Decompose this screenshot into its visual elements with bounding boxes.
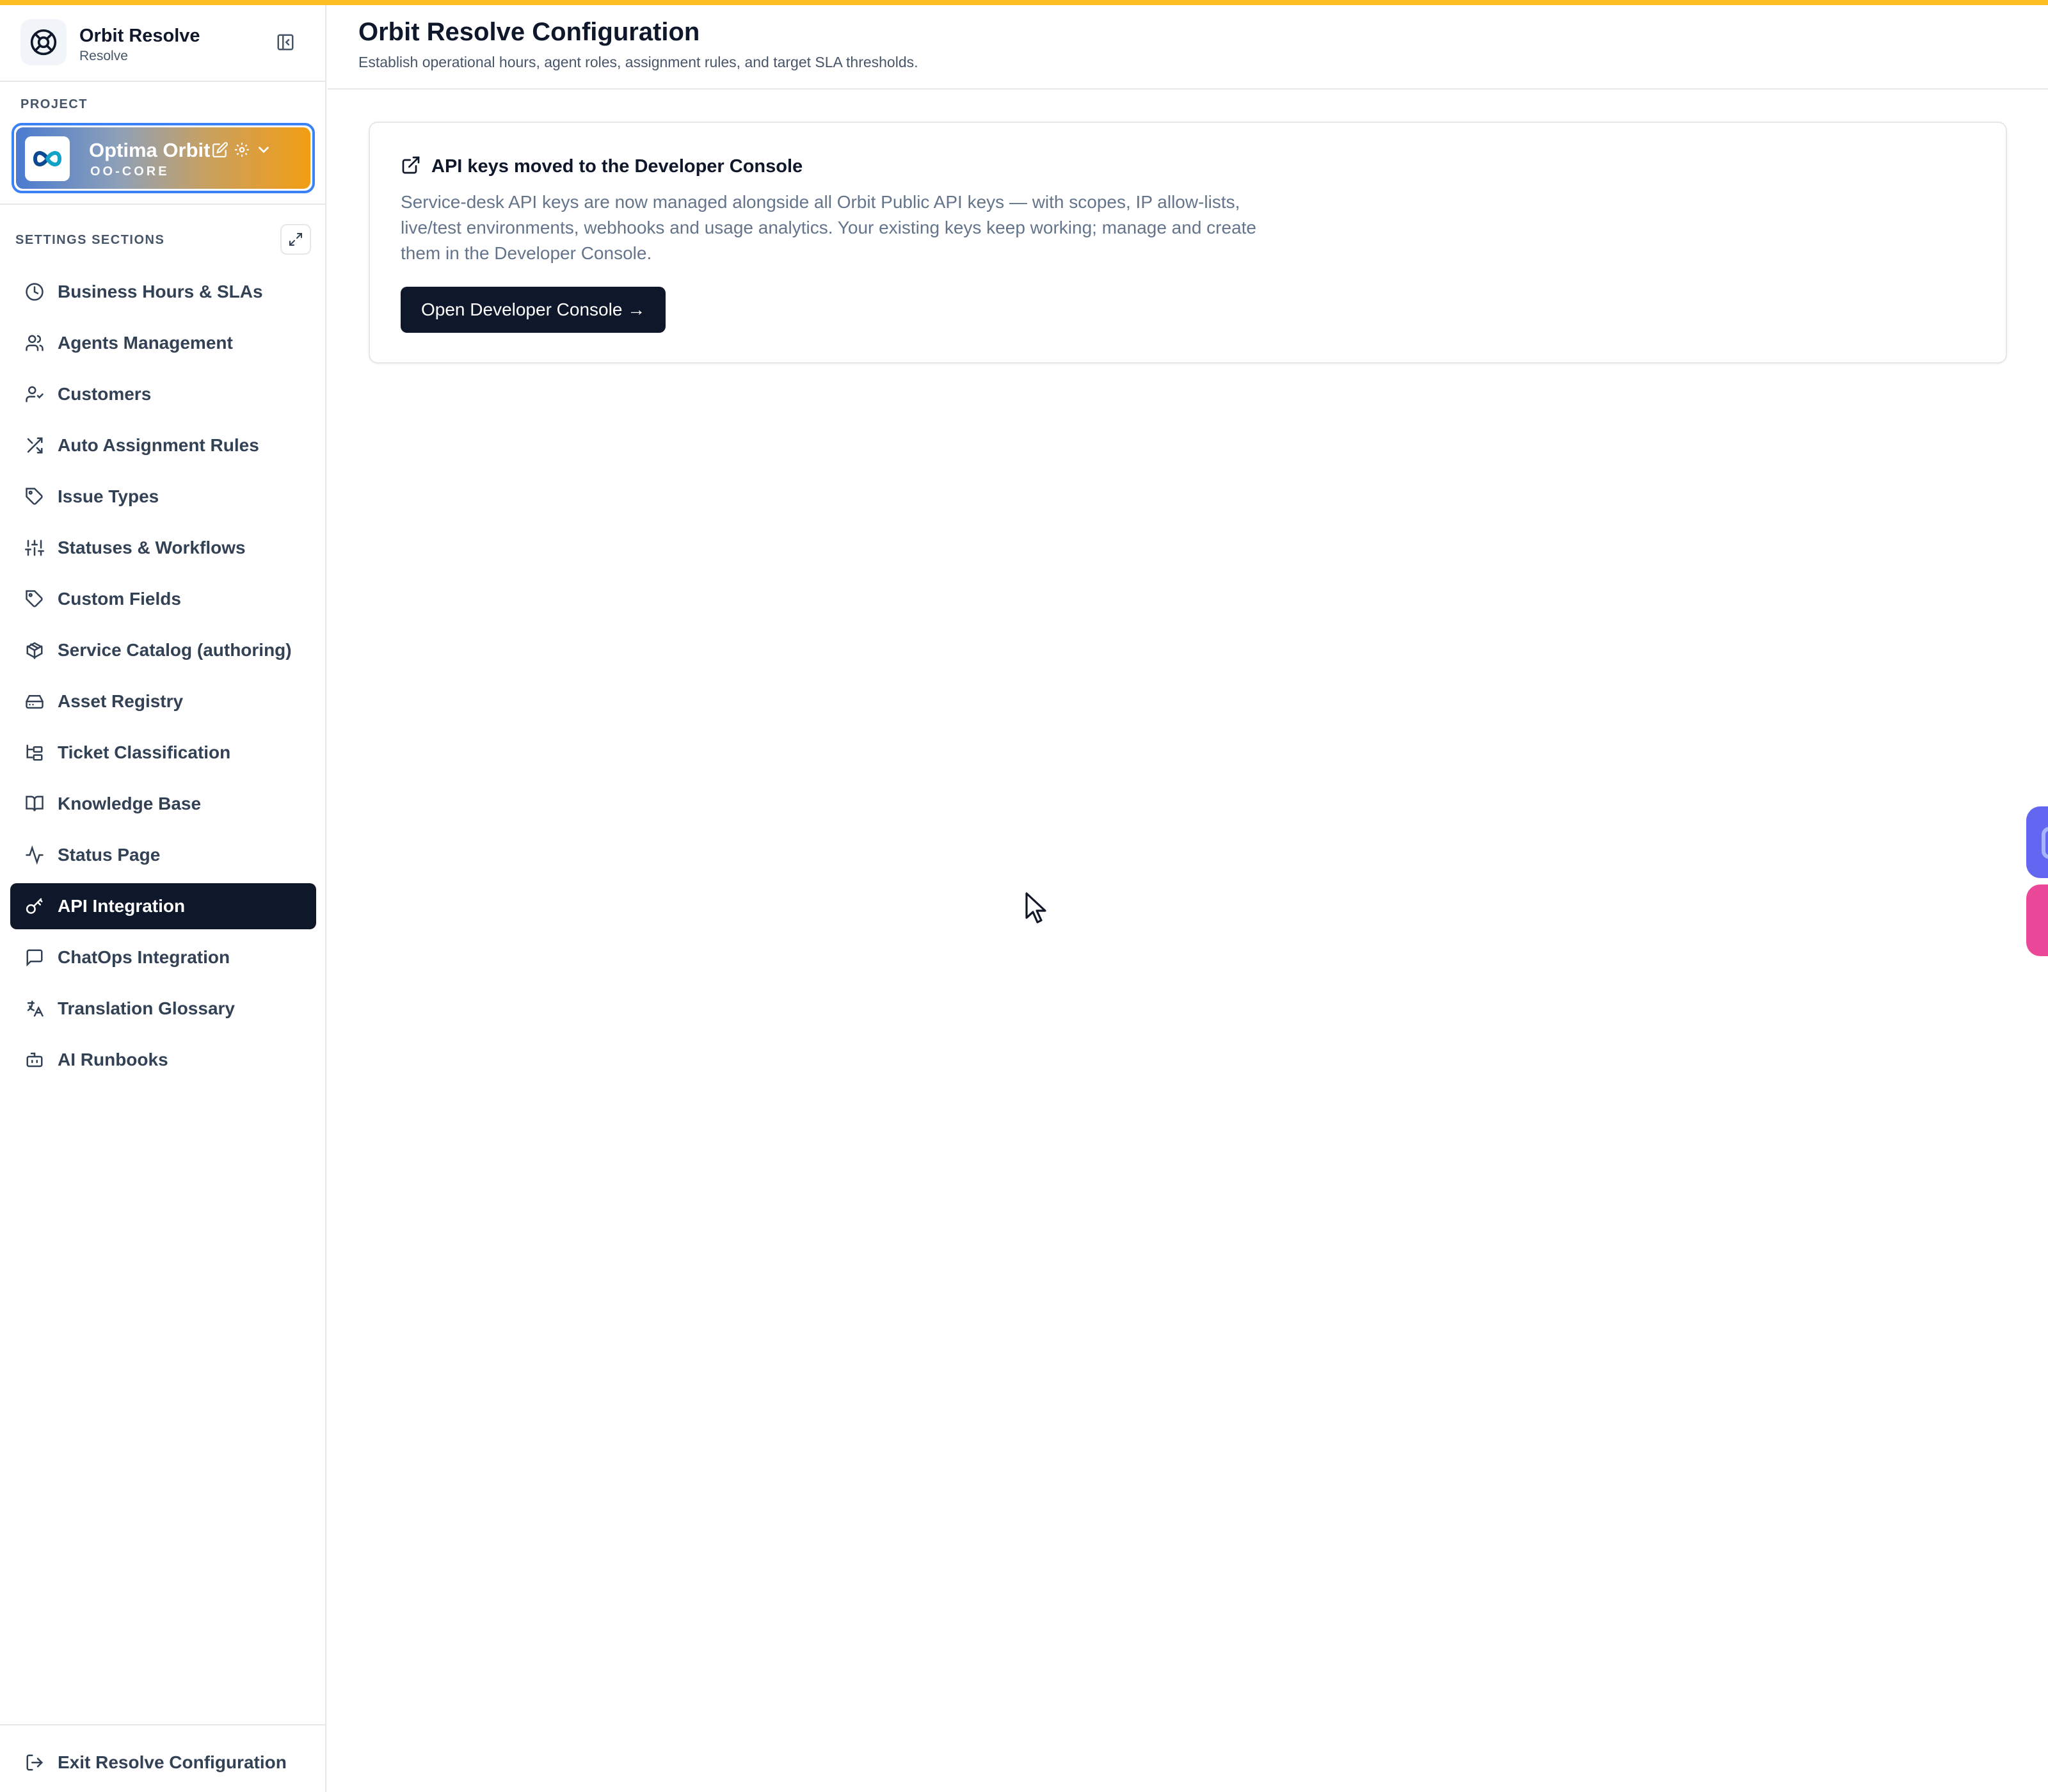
assistant-icon bbox=[2042, 827, 2048, 859]
exit-configuration-button[interactable]: Exit Resolve Configuration bbox=[10, 1740, 316, 1786]
sidebar-item-service-catalog[interactable]: Service Catalog (authoring) bbox=[10, 627, 316, 673]
lifebuoy-icon bbox=[20, 19, 67, 65]
exit-label: Exit Resolve Configuration bbox=[58, 1752, 287, 1772]
clock-icon bbox=[24, 282, 45, 302]
sidebar-item-label: ChatOps Integration bbox=[58, 947, 230, 967]
sidebar-item-issue-types[interactable]: Issue Types bbox=[10, 474, 316, 520]
top-accent-bar bbox=[0, 0, 2048, 5]
sidebar-item-api-integration[interactable]: API Integration bbox=[10, 883, 316, 929]
sidebar-item-ai-runbooks[interactable]: AI Runbooks bbox=[10, 1037, 316, 1083]
sidebar-item-label: Service Catalog (authoring) bbox=[58, 640, 292, 660]
sidebar-item-custom-fields[interactable]: Custom Fields bbox=[10, 576, 316, 622]
mouse-cursor-icon bbox=[1025, 892, 1046, 924]
chevron-down-icon[interactable] bbox=[255, 141, 272, 161]
brand: Orbit Resolve Resolve bbox=[20, 19, 306, 73]
folder-tree-icon bbox=[24, 742, 45, 763]
sidebar-item-statuses[interactable]: Statuses & Workflows bbox=[10, 525, 316, 571]
user-check-icon bbox=[24, 384, 45, 404]
open-developer-console-button[interactable]: Open Developer Console → bbox=[401, 287, 666, 333]
key-icon bbox=[24, 896, 45, 916]
sidebar-item-business-hours[interactable]: Business Hours & SLAs bbox=[10, 269, 316, 315]
sidebar-item-label: Ticket Classification bbox=[58, 742, 231, 762]
project-code: OO-CORE bbox=[90, 164, 170, 179]
divider bbox=[0, 204, 325, 205]
page-header: Orbit Resolve Configuration Establish op… bbox=[328, 5, 2048, 90]
sidebar-item-translation-glossary[interactable]: Translation Glossary bbox=[10, 986, 316, 1032]
sidebar-item-customers[interactable]: Customers bbox=[10, 371, 316, 417]
notice-body: Service-desk API keys are now managed al… bbox=[401, 192, 1256, 263]
tag-icon bbox=[24, 486, 45, 507]
floating-feedback-button[interactable] bbox=[2026, 884, 2048, 956]
tag-icon bbox=[24, 589, 45, 609]
sidebar-item-label: Asset Registry bbox=[58, 691, 184, 711]
external-link-icon bbox=[401, 155, 421, 179]
sidebar-item-label: Agents Management bbox=[58, 333, 233, 353]
sidebar-item-ticket-classification[interactable]: Ticket Classification bbox=[10, 730, 316, 776]
sidebar-item-chatops[interactable]: ChatOps Integration bbox=[10, 934, 316, 980]
log-out-icon bbox=[24, 1752, 45, 1773]
notice-title: API keys moved to the Developer Console bbox=[431, 156, 803, 177]
project-name: Optima Orbit bbox=[89, 139, 211, 161]
sidebar-item-label: Knowledge Base bbox=[58, 794, 202, 813]
users-icon bbox=[24, 333, 45, 353]
sidebar-item-label: Status Page bbox=[58, 845, 161, 865]
shuffle-icon bbox=[24, 435, 45, 456]
hard-drive-icon bbox=[24, 691, 45, 712]
languages-icon bbox=[24, 998, 45, 1019]
settings-nav: Business Hours & SLAs Agents Management … bbox=[10, 269, 316, 1088]
brand-subtitle: Resolve bbox=[79, 49, 128, 63]
message-square-icon bbox=[24, 947, 45, 968]
sidebar: Orbit Resolve Resolve PROJECT Optima Orb… bbox=[0, 5, 326, 1792]
sidebar-item-label: Custom Fields bbox=[58, 589, 181, 609]
brand-title: Orbit Resolve bbox=[79, 26, 200, 46]
project-logo bbox=[25, 136, 70, 181]
sidebar-item-asset-registry[interactable]: Asset Registry bbox=[10, 678, 316, 724]
sidebar-item-label: Business Hours & SLAs bbox=[58, 282, 263, 301]
divider bbox=[0, 1724, 325, 1725]
sidebar-item-label: Auto Assignment Rules bbox=[58, 435, 259, 455]
sidebar-item-label: Statuses & Workflows bbox=[58, 538, 246, 557]
settings-sections-label: SETTINGS SECTIONS bbox=[15, 233, 165, 247]
sidebar-item-knowledge-base[interactable]: Knowledge Base bbox=[10, 781, 316, 827]
collapse-sidebar-button[interactable] bbox=[273, 29, 298, 55]
developer-console-notice: API keys moved to the Developer Console … bbox=[369, 122, 2007, 364]
edit-icon[interactable] bbox=[212, 141, 228, 161]
panel-left-close-icon bbox=[277, 34, 294, 51]
sidebar-item-label: API Integration bbox=[58, 896, 186, 916]
bot-icon bbox=[24, 1050, 45, 1070]
package-icon bbox=[24, 640, 45, 660]
maximize-icon bbox=[289, 233, 302, 246]
sidebar-item-status-page[interactable]: Status Page bbox=[10, 832, 316, 878]
sidebar-item-auto-assignment[interactable]: Auto Assignment Rules bbox=[10, 422, 316, 468]
divider bbox=[0, 81, 325, 82]
sliders-icon bbox=[24, 538, 45, 558]
sidebar-item-label: Translation Glossary bbox=[58, 998, 235, 1018]
project-switcher[interactable]: Optima Orbit OO-CORE bbox=[12, 123, 315, 193]
sidebar-item-agents[interactable]: Agents Management bbox=[10, 320, 316, 366]
sidebar-item-label: Customers bbox=[58, 384, 152, 404]
page-subtitle: Establish operational hours, agent roles… bbox=[358, 54, 918, 70]
activity-icon bbox=[24, 845, 45, 865]
sidebar-item-label: Issue Types bbox=[58, 486, 159, 506]
gear-icon[interactable] bbox=[234, 141, 250, 161]
project-section-label: PROJECT bbox=[20, 97, 88, 111]
sidebar-item-label: AI Runbooks bbox=[58, 1050, 168, 1069]
expand-button[interactable] bbox=[280, 224, 311, 255]
page-title: Orbit Resolve Configuration bbox=[358, 18, 700, 46]
book-open-icon bbox=[24, 794, 45, 814]
